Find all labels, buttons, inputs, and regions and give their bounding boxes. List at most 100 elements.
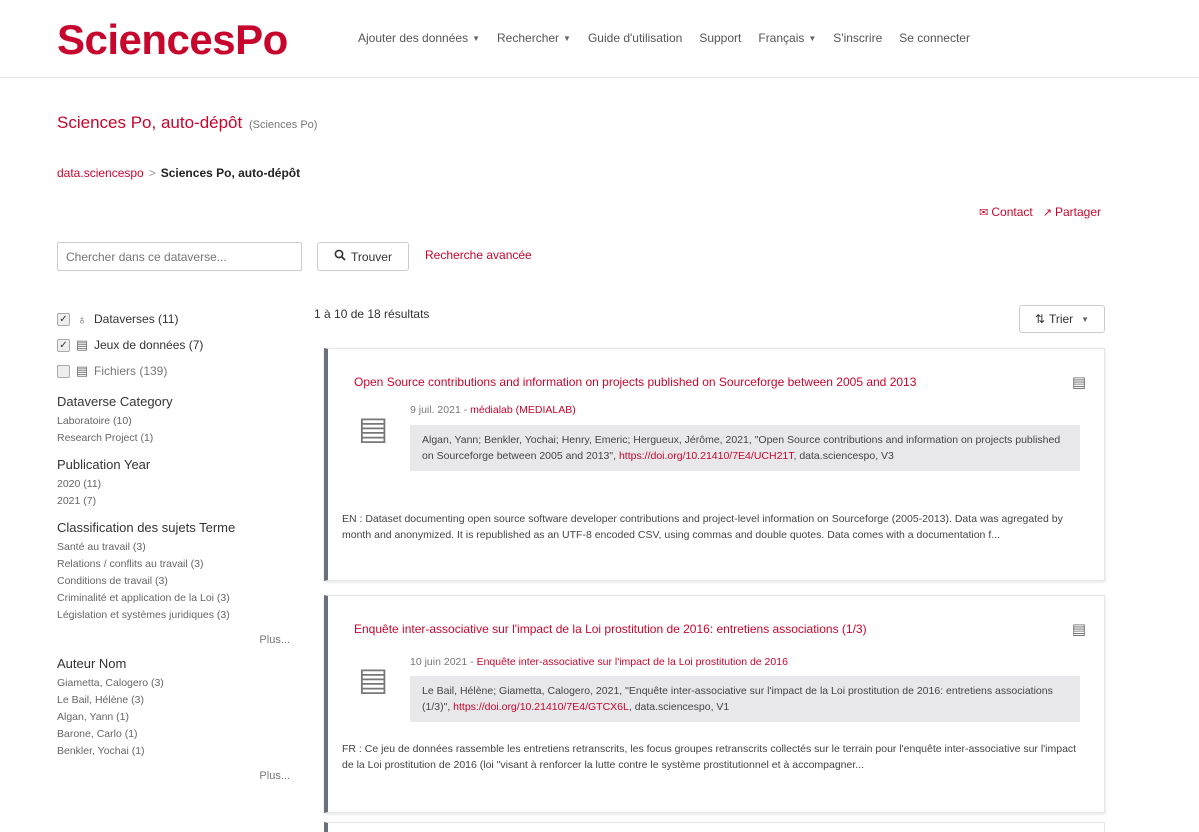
facet-title: Dataverse Category xyxy=(57,394,173,409)
result-description: FR : Ce jeu de données rassemble les ent… xyxy=(342,743,1077,771)
caret-down-icon: ▼ xyxy=(472,34,481,43)
nav-language[interactable]: Français ▼ xyxy=(758,31,816,45)
facet-title: Classification des sujets Terme xyxy=(57,520,236,535)
dataverse-icon: ♁ xyxy=(77,311,87,327)
share-icon: ↗ xyxy=(1042,207,1052,219)
result-date: 9 juil. 2021 - xyxy=(410,404,471,416)
top-navbar: SciencesPo Ajouter des données ▼ Recherch… xyxy=(0,0,1199,78)
caret-down-icon: ▼ xyxy=(808,34,817,43)
sort-button[interactable]: ⇅ Trier ▼ xyxy=(1019,305,1105,333)
type-filter-label: Fichiers (139) xyxy=(94,364,168,378)
facet-item[interactable]: Conditions de travail (3) xyxy=(57,573,302,590)
citation-end: , data.sciencespo, V1 xyxy=(628,701,730,713)
facet-item[interactable]: 2021 (7) xyxy=(57,493,302,510)
type-filter-label: Dataverses (11) xyxy=(94,312,179,326)
dataset-icon: ▤ xyxy=(75,337,89,352)
caret-down-icon: ▼ xyxy=(1081,314,1090,324)
result-card xyxy=(324,822,1105,832)
dataverse-search-input[interactable] xyxy=(57,242,302,271)
file-text-icon: ▤ xyxy=(358,661,389,697)
breadcrumb-current: Sciences Po, auto-dépôt xyxy=(160,166,301,180)
facet-publication-year: Publication Year 2020 (11) 2021 (7) xyxy=(57,457,302,510)
result-card: Open Source contributions and informatio… xyxy=(324,348,1105,581)
file-icon: ▤ xyxy=(75,363,89,378)
facet-item[interactable]: Législation et systèmes juridiques (3) xyxy=(57,607,302,624)
doi-link[interactable]: https://doi.org/10.21410/7E4/GTCX6L xyxy=(453,701,629,713)
type-filter-label: Jeux de données (7) xyxy=(94,338,204,352)
breadcrumb: data.sciencespo > Sciences Po, auto-dépôt xyxy=(57,166,300,180)
result-source-link[interactable]: Enquête inter-associative sur l'impact d… xyxy=(477,656,788,668)
result-card: Enquête inter-associative sur l'impact d… xyxy=(324,595,1105,813)
dataset-icon: ▤ xyxy=(1071,621,1086,638)
facet-item[interactable]: Barone, Carlo (1) xyxy=(57,726,302,743)
breadcrumb-root[interactable]: data.sciencespo xyxy=(57,166,144,180)
nav-language-label: Français xyxy=(758,31,805,45)
find-button[interactable]: Trouver xyxy=(317,242,409,271)
facet-item[interactable]: Research Project (1) xyxy=(57,430,302,447)
result-meta: 10 juin 2021 - Enquête inter-associative… xyxy=(410,656,788,668)
facet-item[interactable]: Relations / conflits au travail (3) xyxy=(57,556,302,573)
contact-button[interactable]: ✉ Contact xyxy=(979,205,1033,219)
citation-end: , data.sciencespo, V3 xyxy=(793,450,894,462)
facets-sidebar: ✓ ♁ Dataverses (11) ✓ ▤ Jeux de données … xyxy=(57,306,302,782)
envelope-icon: ✉ xyxy=(979,207,989,219)
contact-label: Contact xyxy=(991,205,1033,219)
nav-login[interactable]: Se connecter xyxy=(899,31,970,45)
sciencespo-logo[interactable]: SciencesPo xyxy=(57,16,288,64)
doi-link[interactable]: https://doi.org/10.21410/7E4/UCH21T xyxy=(619,450,794,462)
checkbox-unchecked-icon[interactable] xyxy=(57,364,70,378)
main-nav: Ajouter des données ▼ Rechercher ▼ Guide d… xyxy=(358,31,970,45)
facet-item[interactable]: Algan, Yann (1) xyxy=(57,709,302,726)
facet-item[interactable]: Criminalité et application de la Loi (3) xyxy=(57,590,302,607)
nav-add-data-label: Ajouter des données xyxy=(358,31,469,45)
facet-title: Publication Year xyxy=(57,457,151,472)
file-text-icon: ▤ xyxy=(358,410,389,446)
facet-item[interactable]: Santé au travail (3) xyxy=(57,539,302,556)
facet-item[interactable]: Benkler, Yochai (1) xyxy=(57,743,302,760)
result-meta: 9 juil. 2021 - médialab (MEDIALAB) xyxy=(410,404,576,416)
share-button[interactable]: ↗ Partager xyxy=(1043,205,1101,219)
advanced-search-link[interactable]: Recherche avancée xyxy=(425,248,532,262)
facet-more-link[interactable]: Plus... xyxy=(57,770,302,782)
facet-subject: Classification des sujets Terme Santé au… xyxy=(57,520,302,646)
result-source-link[interactable]: médialab (MEDIALAB) xyxy=(470,404,576,416)
result-citation: Algan, Yann; Benkler, Yochai; Henry, Eme… xyxy=(410,425,1080,471)
dataset-icon: ▤ xyxy=(1071,374,1086,391)
checkbox-checked-icon[interactable]: ✓ xyxy=(57,312,70,326)
facet-item[interactable]: 2020 (11) xyxy=(57,476,302,493)
result-title[interactable]: Enquête inter-associative sur l'impact d… xyxy=(354,622,867,636)
nav-add-data[interactable]: Ajouter des données ▼ xyxy=(358,31,480,45)
dataverse-affiliation: (Sciences Po) xyxy=(248,119,318,131)
results-count: 1 à 10 de 18 résultats xyxy=(314,307,430,321)
facet-item[interactable]: Le Bail, Hélène (3) xyxy=(57,692,302,709)
breadcrumb-separator: > xyxy=(148,166,156,180)
checkbox-checked-icon[interactable]: ✓ xyxy=(57,338,70,352)
nav-search[interactable]: Rechercher ▼ xyxy=(497,31,571,45)
nav-search-label: Rechercher xyxy=(497,31,560,45)
result-title[interactable]: Open Source contributions and informatio… xyxy=(354,375,916,389)
result-description: EN : Dataset documenting open source sof… xyxy=(342,513,1063,541)
result-citation: Le Bail, Hélène; Giametta, Calogero, 202… xyxy=(410,676,1080,722)
facet-more-link[interactable]: Plus... xyxy=(57,634,302,646)
nav-support[interactable]: Support xyxy=(699,31,741,45)
nav-guide[interactable]: Guide d'utilisation xyxy=(588,31,682,45)
dataverse-title: Sciences Po, auto-dépôt (Sciences Po) xyxy=(57,113,317,133)
result-date: 10 juin 2021 - xyxy=(410,656,477,668)
caret-down-icon: ▼ xyxy=(563,34,571,43)
type-filter-dataverses[interactable]: ✓ ♁ Dataverses (11) xyxy=(57,306,302,332)
share-label: Partager xyxy=(1054,205,1101,219)
find-button-label: Trouver xyxy=(351,249,392,264)
dataverse-actions: ✉ Contact ↗ Partager xyxy=(979,205,1101,219)
facet-title: Auteur Nom xyxy=(57,656,127,671)
facet-item[interactable]: Giametta, Calogero (3) xyxy=(57,675,302,692)
facet-dataverse-category: Dataverse Category Laboratoire (10) Rese… xyxy=(57,394,302,447)
sort-label: Trier xyxy=(1048,312,1074,326)
search-icon xyxy=(334,249,346,264)
sort-icon: ⇅ xyxy=(1034,312,1045,326)
type-filter-datasets[interactable]: ✓ ▤ Jeux de données (7) xyxy=(57,332,302,358)
type-filter-files[interactable]: ▤ Fichiers (139) xyxy=(57,358,302,384)
facet-author: Auteur Nom Giametta, Calogero (3) Le Bai… xyxy=(57,656,302,782)
nav-signup[interactable]: S'inscrire xyxy=(833,31,882,45)
facet-item[interactable]: Laboratoire (10) xyxy=(57,413,302,430)
dataverse-name: Sciences Po, auto-dépôt xyxy=(57,113,243,132)
